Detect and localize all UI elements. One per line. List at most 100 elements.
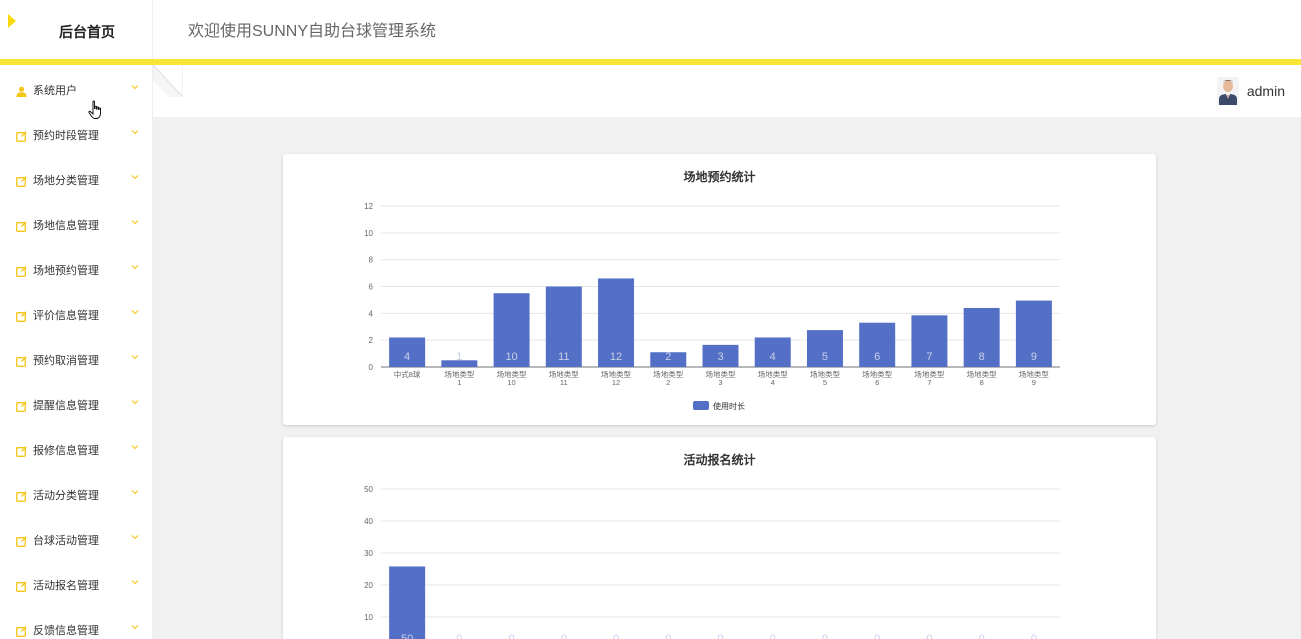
- edit-icon: [16, 536, 27, 547]
- y-tick-label: 50: [364, 485, 373, 494]
- data-label: 0: [822, 633, 828, 639]
- sidebar-item[interactable]: 场地预约管理: [0, 245, 152, 290]
- activity-signup-stats-card: 活动报名统计 0102030405050000000000000: [283, 437, 1156, 639]
- sidebar-item-label: 系统用户: [33, 85, 77, 97]
- edit-icon: [16, 401, 27, 412]
- reservation-stats-card: 场地预约统计 0 2 4 6 8 10 12 4 中式8球 1 场地类型 1 10 场地类型 10 11 场地类…: [283, 154, 1156, 425]
- sidebar-item-label: 活动分类管理: [33, 490, 99, 502]
- sidebar-item[interactable]: 场地分类管理: [0, 155, 152, 200]
- data-label: 0: [561, 633, 567, 639]
- user-icon: [16, 86, 27, 97]
- data-label: 50: [401, 633, 413, 639]
- y-tick-label: 12: [364, 202, 373, 211]
- chevron-down-icon: [131, 175, 139, 180]
- sidebar-item[interactable]: 系统用户: [0, 65, 152, 110]
- data-label: 0: [717, 633, 723, 639]
- y-tick-label: 4: [369, 309, 374, 318]
- data-label: 8: [979, 351, 985, 363]
- sidebar-item-label: 场地信息管理: [33, 220, 99, 232]
- data-label: 0: [770, 633, 776, 639]
- sidebar-fold-icon[interactable]: [153, 65, 183, 97]
- y-tick-label: 10: [364, 613, 373, 622]
- edit-icon: [16, 311, 27, 322]
- hand-cursor-icon: [88, 100, 101, 119]
- user-menu[interactable]: admin: [1216, 77, 1285, 105]
- sidebar-item[interactable]: 反馈信息管理: [0, 605, 152, 639]
- home-link[interactable]: 后台首页: [0, 0, 153, 60]
- y-tick-label: 2: [369, 336, 374, 345]
- edit-icon: [16, 266, 27, 277]
- sidebar: 系统用户预约时段管理场地分类管理场地信息管理场地预约管理 评价信息管理预约取消管理…: [0, 65, 153, 639]
- welcome-title: 欢迎使用SUNNY自助台球管理系统: [188, 23, 437, 40]
- sidebar-item-label: 反馈信息管理: [33, 625, 99, 637]
- data-label: 0: [509, 633, 515, 639]
- data-label: 0: [926, 633, 932, 639]
- edit-icon: [16, 221, 27, 232]
- edit-icon: [16, 626, 27, 637]
- x-tick-label: 11: [560, 378, 568, 387]
- chevron-down-icon: [131, 220, 139, 225]
- chevron-down-icon: [131, 400, 139, 405]
- sidebar-item[interactable]: 提醒信息管理: [0, 380, 152, 425]
- sidebar-item-label: 预约时段管理: [33, 130, 99, 142]
- edit-icon: [16, 131, 27, 142]
- data-label: 0: [979, 633, 985, 639]
- user-name: admin: [1246, 83, 1285, 99]
- x-tick-label: 5: [823, 378, 827, 387]
- x-tick-label: 1: [457, 378, 461, 387]
- sidebar-item[interactable]: 台球活动管理: [0, 515, 152, 560]
- data-label: 9: [1031, 351, 1037, 363]
- data-label: 0: [1031, 633, 1037, 639]
- chevron-down-icon: [131, 265, 139, 270]
- sidebar-item[interactable]: 场地信息管理: [0, 200, 152, 245]
- data-label: 12: [610, 351, 622, 363]
- x-tick-label: 9: [1032, 378, 1036, 387]
- data-label: 1: [456, 351, 462, 363]
- x-tick-label: 10: [507, 378, 515, 387]
- chevron-down-icon: [131, 535, 139, 540]
- sidebar-item-label: 预约取消管理: [33, 355, 99, 367]
- top-bar: [153, 65, 1301, 117]
- legend-label: 使用时长: [713, 401, 745, 411]
- chevron-down-icon: [131, 355, 139, 360]
- y-tick-label: 8: [369, 256, 374, 265]
- sidebar-item[interactable]: 预约取消管理: [0, 335, 152, 380]
- sidebar-item[interactable]: 报修信息管理: [0, 425, 152, 470]
- data-label: 0: [665, 633, 671, 639]
- reservation-bar-chart: 0246810124中式8球1场地类型110场地类型1011场地类型1112场地…: [364, 202, 1060, 411]
- sidebar-item-label: 活动报名管理: [33, 580, 99, 592]
- x-tick-label: 中式8球: [394, 369, 421, 379]
- y-tick-label: 6: [369, 283, 374, 292]
- signup-bar-chart: 0102030405050000000000000: [364, 485, 1060, 639]
- data-label: 4: [770, 351, 776, 363]
- header: 后台首页 欢迎使用SUNNY自助台球管理系统: [0, 0, 1301, 60]
- sidebar-item-label: 报修信息管理: [33, 445, 99, 457]
- y-tick-label: 20: [364, 581, 373, 590]
- y-tick-label: 40: [364, 517, 373, 526]
- y-tick-label: 30: [364, 549, 373, 558]
- data-label: 0: [874, 633, 880, 639]
- data-label: 6: [874, 351, 880, 363]
- sidebar-item[interactable]: 预约时段管理: [0, 110, 152, 155]
- sidebar-item[interactable]: 评价信息管理: [0, 290, 152, 335]
- x-tick-label: 2: [666, 378, 670, 387]
- x-tick-label: 7: [927, 378, 931, 387]
- sidebar-item[interactable]: 活动报名管理: [0, 560, 152, 605]
- chevron-down-icon: [131, 130, 139, 135]
- sidebar-item-label: 提醒信息管理: [33, 400, 99, 412]
- data-label: 4: [404, 351, 410, 363]
- edit-icon: [16, 581, 27, 592]
- data-label: 2: [665, 351, 671, 363]
- data-label: 3: [717, 351, 723, 363]
- x-tick-label: 12: [612, 378, 620, 387]
- bar: [389, 566, 426, 639]
- sidebar-item[interactable]: 活动分类管理: [0, 470, 152, 515]
- y-tick-label: 10: [364, 229, 373, 238]
- chevron-down-icon: [131, 85, 139, 90]
- edit-icon: [16, 356, 27, 367]
- chevron-down-icon: [131, 490, 139, 495]
- edit-icon: [16, 446, 27, 457]
- x-tick-label: 3: [718, 378, 722, 387]
- chevron-down-icon: [131, 310, 139, 315]
- edit-icon: [16, 491, 27, 502]
